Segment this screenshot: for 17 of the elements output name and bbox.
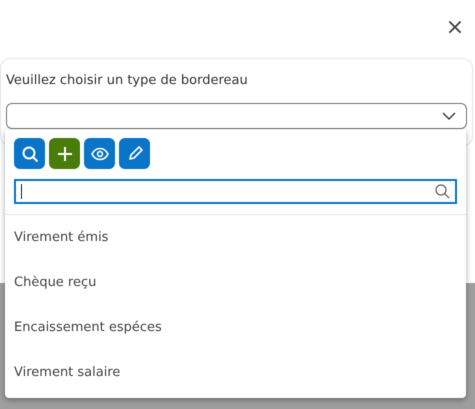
eye-icon bbox=[90, 144, 108, 162]
option-item[interactable]: Virement émis bbox=[5, 215, 466, 260]
search-field[interactable] bbox=[14, 179, 457, 204]
chevron-down-icon bbox=[442, 112, 456, 120]
close-button[interactable]: × bbox=[443, 16, 467, 40]
edit-button[interactable] bbox=[119, 138, 150, 169]
add-button[interactable] bbox=[49, 138, 80, 169]
type-dropdown[interactable] bbox=[6, 103, 467, 129]
search-icon bbox=[435, 184, 450, 199]
option-item[interactable]: Chèque reçu bbox=[5, 260, 466, 305]
plus-icon bbox=[56, 144, 74, 162]
field-label: Veuillez choisir un type de bordereau bbox=[6, 72, 249, 89]
search-button[interactable] bbox=[14, 138, 45, 169]
search-icon bbox=[20, 144, 38, 162]
option-item[interactable]: Virement salaire bbox=[5, 350, 466, 395]
view-button[interactable] bbox=[84, 138, 115, 169]
option-item[interactable]: Encaissement espéces bbox=[5, 305, 466, 350]
